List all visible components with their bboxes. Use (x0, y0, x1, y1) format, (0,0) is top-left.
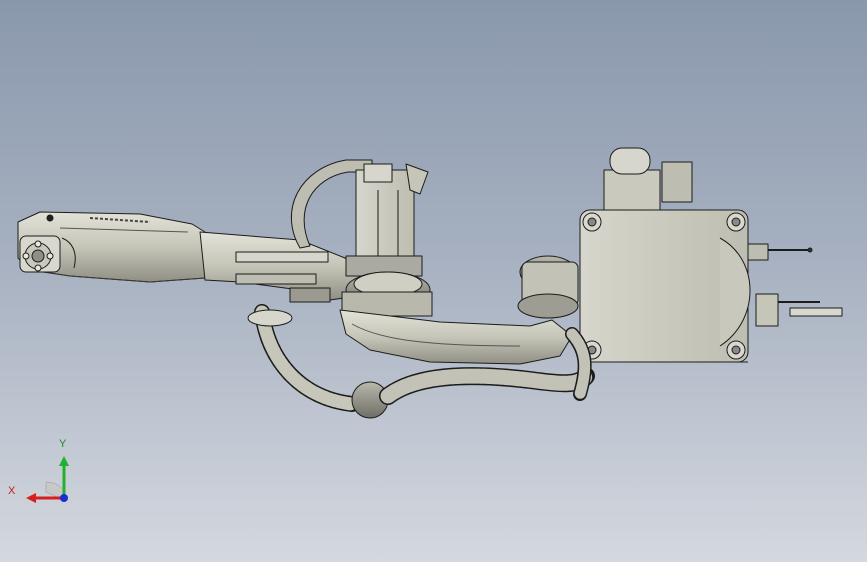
triad-axes-icon (26, 456, 69, 503)
x-axis-label: X (8, 485, 16, 497)
robot-arm-model[interactable] (0, 0, 867, 562)
coordinate-triad: X Y (8, 438, 80, 510)
elbow-joint-part[interactable] (341, 271, 433, 317)
lower-arm-link-part[interactable] (339, 309, 573, 365)
base-connectors-part[interactable] (747, 243, 843, 327)
upper-arm-part[interactable] (199, 231, 361, 303)
cad-viewport[interactable]: X Y (0, 0, 867, 562)
shoulder-joint-part[interactable] (517, 255, 579, 319)
y-axis-label: Y (59, 438, 67, 450)
base-housing-part[interactable] (579, 147, 751, 363)
